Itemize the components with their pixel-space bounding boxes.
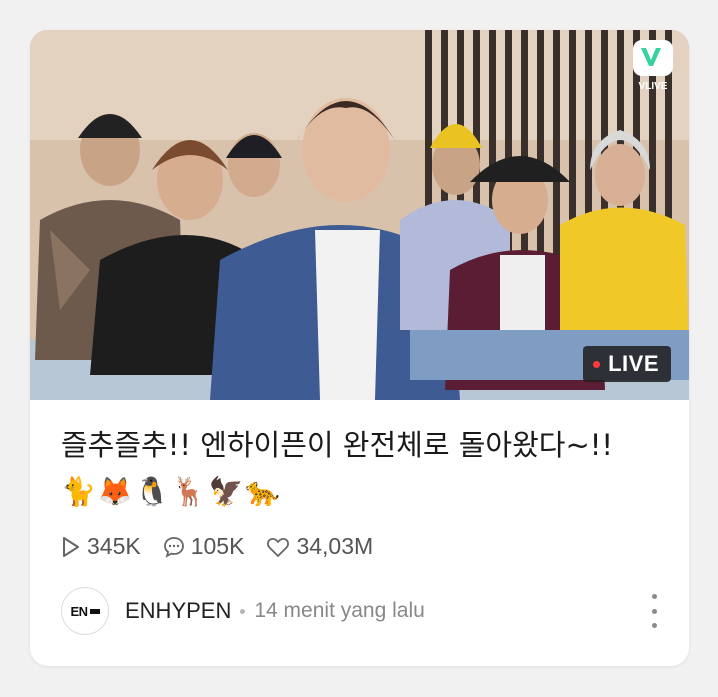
live-dot-icon	[593, 360, 601, 368]
video-thumbnail[interactable]: VLIVE LIVE	[30, 30, 689, 400]
live-badge: LIVE	[583, 346, 671, 382]
live-label: LIVE	[608, 351, 659, 376]
more-vertical-icon[interactable]	[648, 594, 660, 628]
more-dot	[651, 623, 657, 628]
post-time: 14 menit yang lalu	[254, 599, 425, 622]
video-title[interactable]: 즐추즐추!! 엔하이픈이 완전체로 돌아왔다~!!	[61, 427, 671, 463]
comments-count: 105K	[190, 533, 245, 559]
plays-stat: 345K	[61, 533, 141, 560]
likes-stat: 34,03M	[266, 533, 373, 560]
thumbnail-image	[30, 30, 689, 400]
comments-stat: 105K	[163, 533, 245, 560]
channel-avatar[interactable]: EN	[61, 587, 109, 635]
vlive-logo-icon: VLIVE	[633, 40, 673, 92]
video-card[interactable]: VLIVE LIVE 즐추즐추!! 엔하이픈이 완전체로 돌아왔다~!! 🐈🦊🐧…	[30, 30, 689, 666]
video-stats: 345K 105K 34,03M	[61, 533, 373, 560]
separator-dot	[240, 608, 246, 614]
heart-icon	[267, 537, 290, 557]
comment-icon	[163, 536, 184, 558]
plays-count: 345K	[87, 533, 141, 559]
channel-row[interactable]: EN ENHYPEN 14 menit yang lalu	[61, 586, 425, 636]
likes-count: 34,03M	[296, 533, 374, 559]
title-emoji: 🐈🦊🐧🦌🦅🐆	[61, 475, 283, 508]
more-dot	[651, 594, 657, 599]
vlive-label: VLIVE	[639, 81, 668, 92]
more-dot	[651, 608, 657, 614]
play-icon	[63, 536, 79, 557]
avatar-bar-icon	[89, 608, 100, 614]
avatar-text: EN	[70, 603, 88, 619]
channel-name[interactable]: ENHYPEN	[125, 598, 231, 624]
